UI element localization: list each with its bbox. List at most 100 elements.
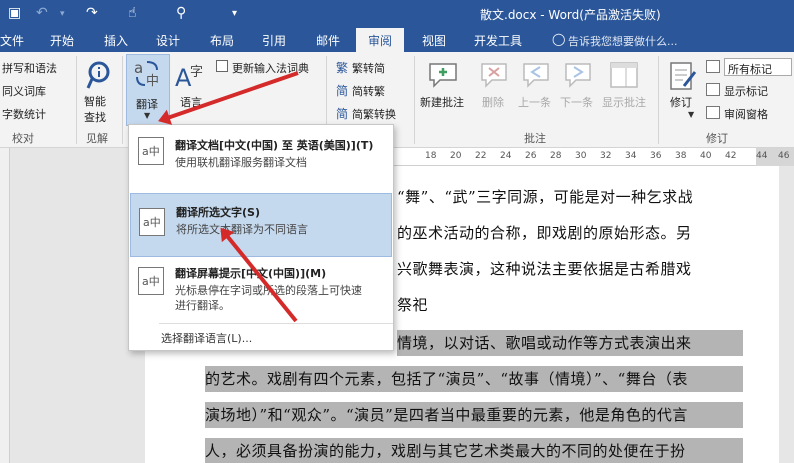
redo-icon[interactable]: ↷ — [86, 5, 98, 21]
ruler-number: 34 — [625, 151, 637, 161]
ruler-number: 26 — [525, 151, 537, 161]
doc-line: 兴歌舞表演，这种说法主要依据是古希腊戏 — [397, 260, 692, 278]
translate-menu: a中 翻译文档[中文(中国) 至 英语(美国)](T) 使用联机翻译服务翻译文档… — [128, 124, 394, 351]
tab-references[interactable]: 引用 — [262, 32, 286, 49]
title-bar: ▣ ↶ ▾ ↷ ☝ ⚲ ▾ 散文.docx - Word(产品激活失败) — [0, 0, 794, 28]
svg-text:字: 字 — [190, 65, 203, 80]
lightbulb-icon: ◯ — [552, 32, 566, 46]
doc-line: 的巫术活动的合称，即戏剧的原始形态。另 — [397, 224, 692, 242]
ruler-number: 32 — [600, 151, 612, 161]
translate-icon: a 中 — [134, 59, 159, 89]
tab-mailings[interactable]: 邮件 — [316, 32, 340, 49]
markup-select-value: 所有标记 — [728, 63, 772, 76]
smart-lookup-button[interactable]: 智能 查找 — [84, 93, 114, 125]
previous-comment-icon — [523, 63, 549, 88]
translate-document-title: 翻译文档[中文(中国) 至 英语(美国)](T) — [175, 139, 374, 152]
print-preview-icon[interactable]: ⚲ — [176, 5, 186, 21]
review-pane-button[interactable]: 审阅窗格 — [724, 106, 768, 122]
customize-toolbar-icon[interactable]: ▾ — [232, 8, 237, 19]
show-comments-button[interactable]: 显示批注 — [602, 94, 646, 110]
simplified-to-traditional-icon: 简 — [336, 84, 349, 98]
show-markup-button[interactable]: 显示标记 — [724, 83, 768, 99]
markup-select[interactable]: 所有标记 — [724, 58, 792, 76]
doc-line: “舞”、“武”三字同源，可能是对一种乞求战 — [397, 188, 694, 206]
delete-comment-button[interactable]: 删除 — [482, 94, 504, 110]
ruler-number: 20 — [450, 151, 462, 161]
save-icon[interactable]: ▣ — [8, 5, 21, 21]
tell-me-box[interactable]: 告诉我您想要做什么... — [568, 33, 678, 49]
ruler-number: 40 — [700, 151, 712, 161]
spelling-grammar-button[interactable]: 拼写和语法 — [2, 60, 57, 76]
translate-mini-icon: a中 — [138, 267, 164, 295]
choose-translation-language[interactable]: 选择翻译语言(L)... — [161, 330, 252, 346]
tab-file[interactable]: 文件 — [0, 32, 24, 49]
translate-selection-desc: 将所选文本翻译为不同语言 — [176, 223, 308, 236]
traditional-to-simplified-icon: 繁 — [336, 61, 349, 75]
tab-layout[interactable]: 布局 — [210, 32, 234, 49]
smart-lookup-label-1: 智能 — [84, 95, 106, 108]
tab-view[interactable]: 视图 — [422, 32, 446, 49]
doc-line: 的艺术。戏剧有四个元素，包括了“演员”、“故事（情境）”、“舞台（表 — [205, 366, 743, 392]
ruler-number: 18 — [425, 151, 437, 161]
new-comment-icon — [429, 63, 457, 88]
language-icon: A 字 — [175, 64, 203, 90]
smart-lookup-label-2: 查找 — [84, 111, 106, 124]
simplified-to-traditional-button[interactable]: 简转繁 — [352, 83, 385, 99]
group-divider — [122, 56, 123, 144]
chinese-conversion-button[interactable]: 简繁转换 — [352, 106, 396, 122]
undo-dropdown-icon[interactable]: ▾ — [60, 9, 65, 19]
svg-text:中: 中 — [146, 74, 159, 89]
thesaurus-button[interactable]: 同义词库 — [2, 83, 46, 99]
show-markup-icon — [706, 83, 720, 96]
undo-icon[interactable]: ↶ — [36, 5, 48, 21]
tab-insert[interactable]: 插入 — [104, 32, 128, 49]
touch-mode-icon[interactable]: ☝ — [128, 5, 137, 21]
next-comment-icon — [565, 63, 591, 88]
word-count-button[interactable]: 字数统计 — [2, 106, 46, 122]
ruler-number: 22 — [475, 151, 487, 161]
tab-home[interactable]: 开始 — [50, 32, 74, 49]
track-changes-icon — [670, 62, 697, 90]
previous-comment-button[interactable]: 上一条 — [518, 94, 551, 110]
display-for-review-icon — [706, 60, 720, 73]
window-title: 散文.docx - Word(产品激活失败) — [480, 8, 661, 22]
group-divider — [76, 56, 77, 144]
tab-review[interactable]: 审阅 — [356, 28, 405, 52]
translate-mini-glyph: a中 — [142, 275, 160, 288]
vertical-ruler — [0, 148, 10, 463]
tab-design[interactable]: 设计 — [156, 32, 180, 49]
next-comment-button[interactable]: 下一条 — [560, 94, 593, 110]
show-comments-icon — [610, 62, 638, 88]
doc-line: 祭祀 — [397, 296, 429, 314]
doc-line: 情境，以对话、歌唱或动作等方式表演出来 — [397, 330, 743, 356]
ruler-number: 24 — [500, 151, 512, 161]
delete-comment-icon — [481, 63, 507, 88]
translate-label: 翻译 — [136, 98, 158, 111]
group-divider — [414, 56, 415, 144]
tab-developer[interactable]: 开发工具 — [474, 32, 522, 49]
chinese-conversion-icon: 简 — [336, 107, 349, 121]
ruler-number: 44 — [756, 151, 768, 161]
review-pane-icon — [706, 106, 720, 119]
menu-separator — [159, 323, 393, 324]
translate-mini-desc-2: 进行翻译。 — [175, 299, 230, 312]
group-divider — [658, 56, 659, 144]
document-area: 18 20 22 24 26 28 30 32 34 36 38 40 42 4… — [0, 148, 794, 463]
smart-lookup-icon — [86, 61, 110, 89]
menu-item-translate-selection[interactable]: a中 翻译所选文字(S) 将所选文本翻译为不同语言 — [130, 193, 392, 257]
new-comment-button[interactable]: 新建批注 — [420, 94, 464, 110]
traditional-to-simplified-button[interactable]: 繁转简 — [352, 60, 385, 76]
menu-item-translate-document[interactable]: a中 翻译文档[中文(中国) 至 英语(美国)](T) 使用联机翻译服务翻译文档 — [130, 127, 392, 183]
translate-document-desc: 使用联机翻译服务翻译文档 — [175, 156, 307, 169]
doc-line: 演场地）”和“观众”。“演员”是四者当中最重要的元素，他是角色的代言 — [205, 402, 743, 428]
track-changes-button[interactable]: 修订 — [670, 94, 692, 110]
translate-selection-title: 翻译所选文字(S) — [176, 206, 260, 219]
ruler-number: 28 — [550, 151, 562, 161]
menu-item-translate-mini[interactable]: a中 翻译屏幕提示[中文(中国)](M) 光标悬停在字词或所选的段落上可快速 进… — [130, 261, 392, 325]
group-label-tracking: 修订 — [706, 132, 728, 145]
ruler-number: 30 — [575, 151, 587, 161]
ruler-number: 42 — [725, 151, 737, 161]
group-label-comments: 批注 — [524, 132, 546, 145]
translate-selection-icon: a中 — [139, 208, 165, 236]
doc-line: 人，必须具备扮演的能力，戏剧与其它艺术类最大的不同的处便在于扮 — [205, 438, 743, 463]
